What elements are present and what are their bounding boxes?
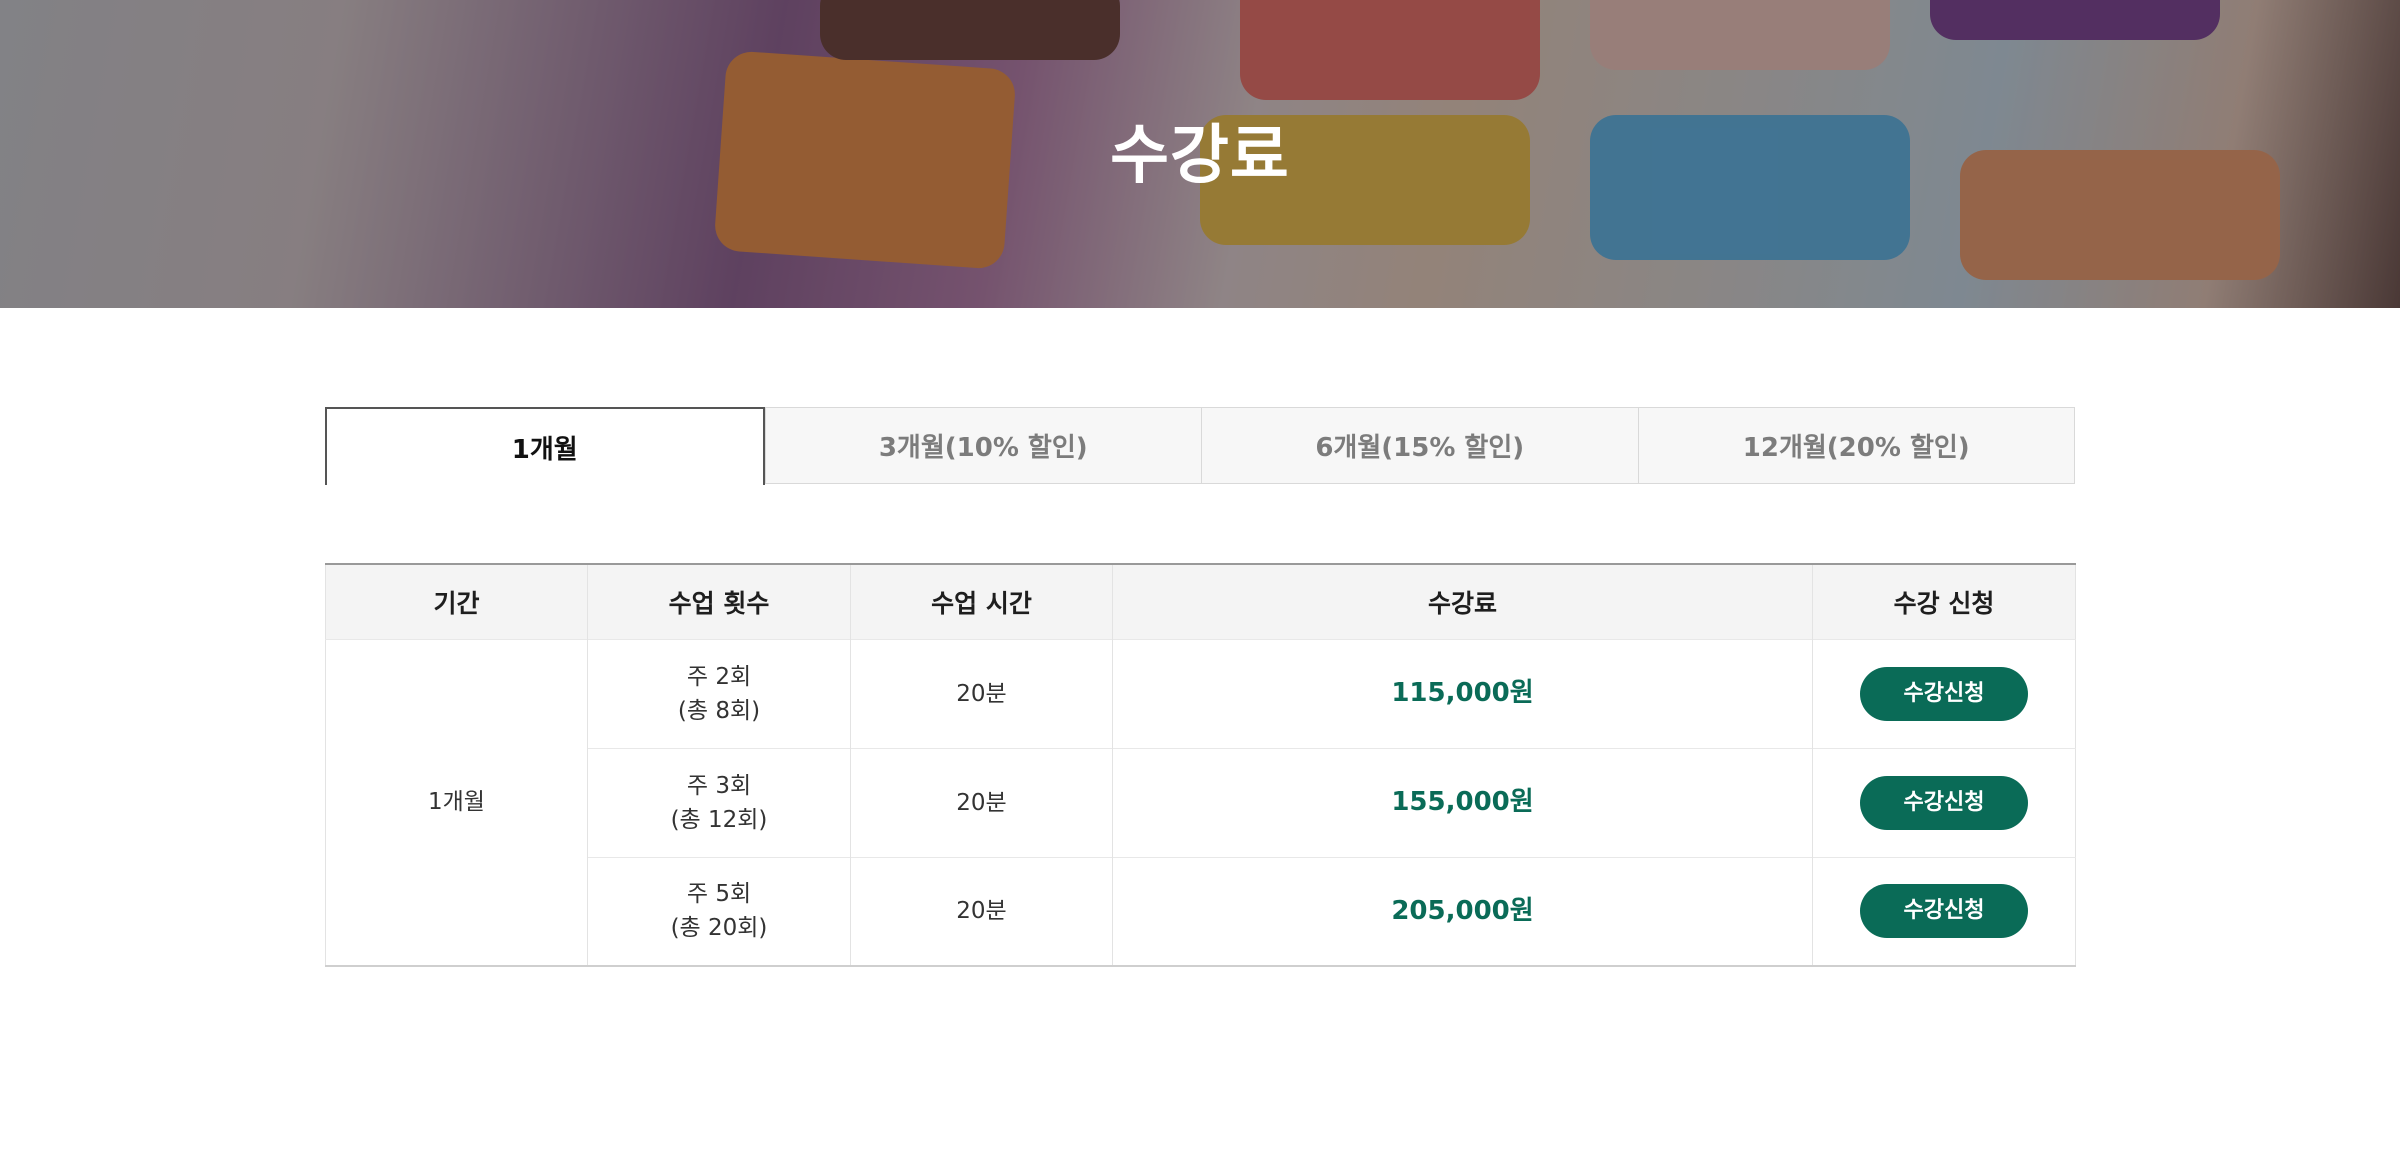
class-count-total: (총 12회): [670, 806, 768, 833]
header-tuition: 수강료: [1112, 564, 1813, 639]
tuition-cell: 115,000원: [1112, 638, 1813, 748]
price: 115,000원: [1391, 678, 1534, 708]
apply-cell: 수강신청: [1812, 638, 2076, 748]
tuition-table: 기간 수업 횟수 수업 시간 수강료 수강 신청 1개월 주 2회 (총 8회)…: [325, 563, 2076, 967]
apply-button[interactable]: 수강신청: [1860, 775, 2028, 830]
class-count-total: (총 8회): [677, 697, 761, 724]
page-title: 수강료: [1110, 119, 1290, 193]
class-count-cell: 주 5회 (총 20회): [587, 856, 851, 966]
tab-1-month[interactable]: 1개월: [325, 407, 765, 485]
tab-3-months[interactable]: 3개월(10% 할인): [764, 408, 1202, 483]
class-time-cell: 20분: [850, 638, 1113, 748]
price: 205,000원: [1391, 895, 1534, 926]
tab-12-months[interactable]: 12개월(20% 할인): [1637, 408, 2075, 483]
class-count-total: (총 20회): [670, 915, 768, 942]
price: 155,000원: [1391, 787, 1534, 817]
class-count-weekly: 주 5회: [686, 881, 752, 908]
apply-cell: 수강신청: [1812, 856, 2076, 966]
period-cell: 1개월: [325, 638, 588, 966]
class-count-weekly: 주 2회: [686, 663, 752, 690]
table-row: 주 3회 (총 12회) 20분 155,000원 수강신청: [326, 747, 2076, 857]
tuition-cell: 155,000원: [1112, 747, 1813, 857]
table-row: 1개월 주 2회 (총 8회) 20분 115,000원 수강신청: [325, 638, 2076, 966]
duration-tabs: 1개월 3개월(10% 할인) 6개월(15% 할인) 12개월(20% 할인): [325, 407, 2075, 485]
class-count-weekly: 주 3회: [686, 772, 752, 799]
class-count-cell: 주 2회 (총 8회): [587, 638, 851, 748]
apply-button[interactable]: 수강신청: [1860, 666, 2028, 721]
header-period: 기간: [325, 564, 588, 639]
class-time-cell: 20분: [850, 856, 1113, 966]
tab-6-months[interactable]: 6개월(15% 할인): [1201, 408, 1638, 483]
header-class-time: 수업 시간: [850, 564, 1113, 639]
header-apply: 수강 신청: [1812, 564, 2076, 639]
apply-button[interactable]: 수강신청: [1860, 884, 2028, 939]
class-time-cell: 20분: [850, 747, 1113, 857]
tuition-cell: 205,000원: [1112, 856, 1813, 966]
table-row: 주 5회 (총 20회) 20분 205,000원 수강신청: [326, 856, 2076, 966]
table-header-row: 기간 수업 횟수 수업 시간 수강료 수강 신청: [325, 564, 2076, 639]
apply-cell: 수강신청: [1812, 747, 2076, 857]
class-count-cell: 주 3회 (총 12회): [587, 747, 851, 857]
hero-banner: 수강료: [0, 0, 2400, 308]
header-class-count: 수업 횟수: [587, 564, 851, 639]
